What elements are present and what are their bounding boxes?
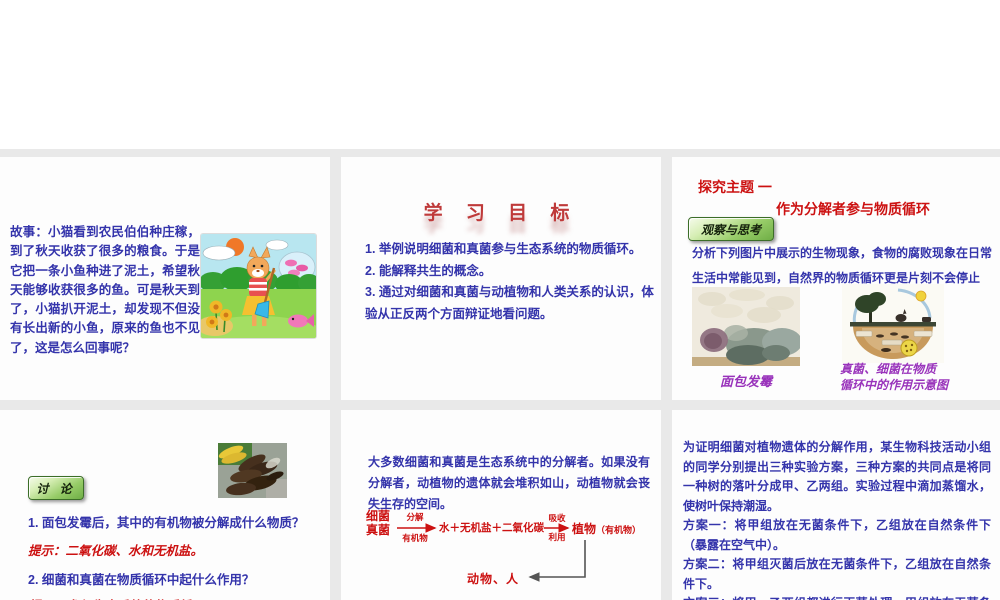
experiment-plan-1: 方案一：将甲组放在无菌条件下，乙组放在自然条件下（暴露在空气中）。 [683, 518, 991, 552]
slide-2-panel: 学 习 目 标 1. 举例说明细菌和真菌参与生态系统的物质循环。 2. 能解释共… [341, 157, 661, 400]
slide-4-panel: 讨 论 1. 面包发霉后，其中的有机物被分解成什么物质？ 提示：二氧化碳、水和无… [0, 410, 330, 600]
topic-label: 探究主题 一 [698, 179, 772, 195]
objectives-list: 1. 举例说明细菌和真菌参与生态系统的物质循环。 2. 能解释共生的概念。 3.… [365, 239, 657, 325]
experiment-text: 为证明细菌对植物遗体的分解作用，某生物科技活动小组的同学分别提出三种实验方案，三… [683, 438, 991, 600]
slide-3-panel: 探究主题 一 作为分解者参与物质循环 观察与思考 分析下列图片中展示的生物现象，… [672, 157, 1000, 400]
rotten-bananas-photo [218, 443, 287, 498]
experiment-plan-3: 方案三：将甲、乙两组都进行灭菌处理，甲组放在无菌条件 [683, 594, 991, 600]
cycle-caption-line2: 循环中的作用示意图 [840, 378, 949, 392]
learning-objectives-title: 学 习 目 标 [423, 203, 579, 224]
slide-5-panel: 大多数细菌和真菌是生态系统中的分解者。如果没有分解者，动植物的遗体就会堆积如山，… [341, 410, 661, 600]
cycle-diagram-image [842, 284, 944, 363]
objective-item: 3. 通过对细菌和真菌与动植物和人类关系的认识，体验从正反两个方面辩证地看问题。 [365, 285, 654, 321]
diagram-plant: 植物（有机物） [572, 520, 641, 537]
diagram-consumers: 动物、人 [467, 572, 520, 586]
decomposer-body-text: 大多数细菌和真菌是生态系统中的分解者。如果没有分解者，动植物的遗体就会堆积如山，… [368, 455, 650, 511]
gutter-horizontal-top [0, 149, 1000, 157]
material-cycle-schematic [842, 284, 944, 363]
gutter-vertical-left [330, 149, 341, 600]
gutter-horizontal-middle [0, 400, 1000, 410]
slide-6-panel: 为证明细菌对植物遗体的分解作用，某生物科技活动小组的同学分别提出三种实验方案，三… [672, 410, 1000, 600]
discussion-question-2: 2. 细菌和真菌在物质循环中起什么作用？ [28, 573, 255, 587]
discussion-hint-2: 提示：参与生态系统的物质循环 [28, 595, 203, 600]
diagram-arrow2-label-top: 吸收 [548, 513, 566, 523]
cycle-caption-line1: 真菌、细菌在物质 [840, 362, 937, 376]
moldy-bread-image [692, 287, 802, 366]
discussion-hint-1: 提示：二氧化碳、水和无机盐。 [28, 544, 204, 558]
diagram-source-line1: 细菌 [365, 509, 390, 523]
moldy-bread-photo [692, 287, 802, 366]
topic-title: 作为分解者参与物质循环 [776, 201, 930, 217]
objective-item: 1. 举例说明细菌和真菌参与生态系统的物质循环。 [365, 242, 642, 256]
objective-item: 2. 能解释共生的概念。 [365, 263, 492, 278]
gutter-vertical-right [661, 149, 672, 600]
plant-label: 植物 [572, 522, 597, 536]
discussion-button[interactable]: 讨 论 [28, 476, 84, 500]
discussion-question-1: 1. 面包发霉后，其中的有机物被分解成什么物质？ [28, 516, 305, 530]
experiment-intro: 为证明细菌对植物遗体的分解作用，某生物科技活动小组的同学分别提出三种实验方案，三… [683, 440, 991, 513]
handout-page: 故事：小猫看到农民伯伯种庄稼，到了秋天收获了很多的粮食。于是它把一条小鱼种进了泥… [0, 0, 1000, 600]
experiment-plan-2: 方案二：将甲组灭菌后放在无菌条件下，乙组放在自然条件下。 [683, 557, 991, 591]
plant-note: （有机物） [596, 525, 642, 535]
cat-planting-fish-cartoon [200, 233, 317, 339]
bread-caption: 面包发霉 [719, 374, 772, 389]
observe-think-button[interactable]: 观察与思考 [688, 217, 774, 241]
diagram-arrow1-label-top: 分解 [406, 512, 424, 522]
diagram-arrow1-label-bottom: 有机物 [402, 533, 428, 543]
cycle-caption: 真菌、细菌在物质 循环中的作用示意图 [840, 361, 980, 393]
story-text: 故事：小猫看到农民伯伯种庄稼，到了秋天收获了很多的粮食。于是它把一条小鱼种进了泥… [10, 225, 200, 355]
cartoon-illustration [201, 234, 316, 338]
slide-1-panel: 故事：小猫看到农民伯伯种庄稼，到了秋天收获了很多的粮食。于是它把一条小鱼种进了泥… [0, 157, 330, 400]
diagram-products: 水＋无机盐＋二氧化碳 [439, 522, 544, 534]
bananas-image [218, 443, 287, 498]
diagram-arrow2-label-bottom: 利用 [548, 532, 566, 542]
